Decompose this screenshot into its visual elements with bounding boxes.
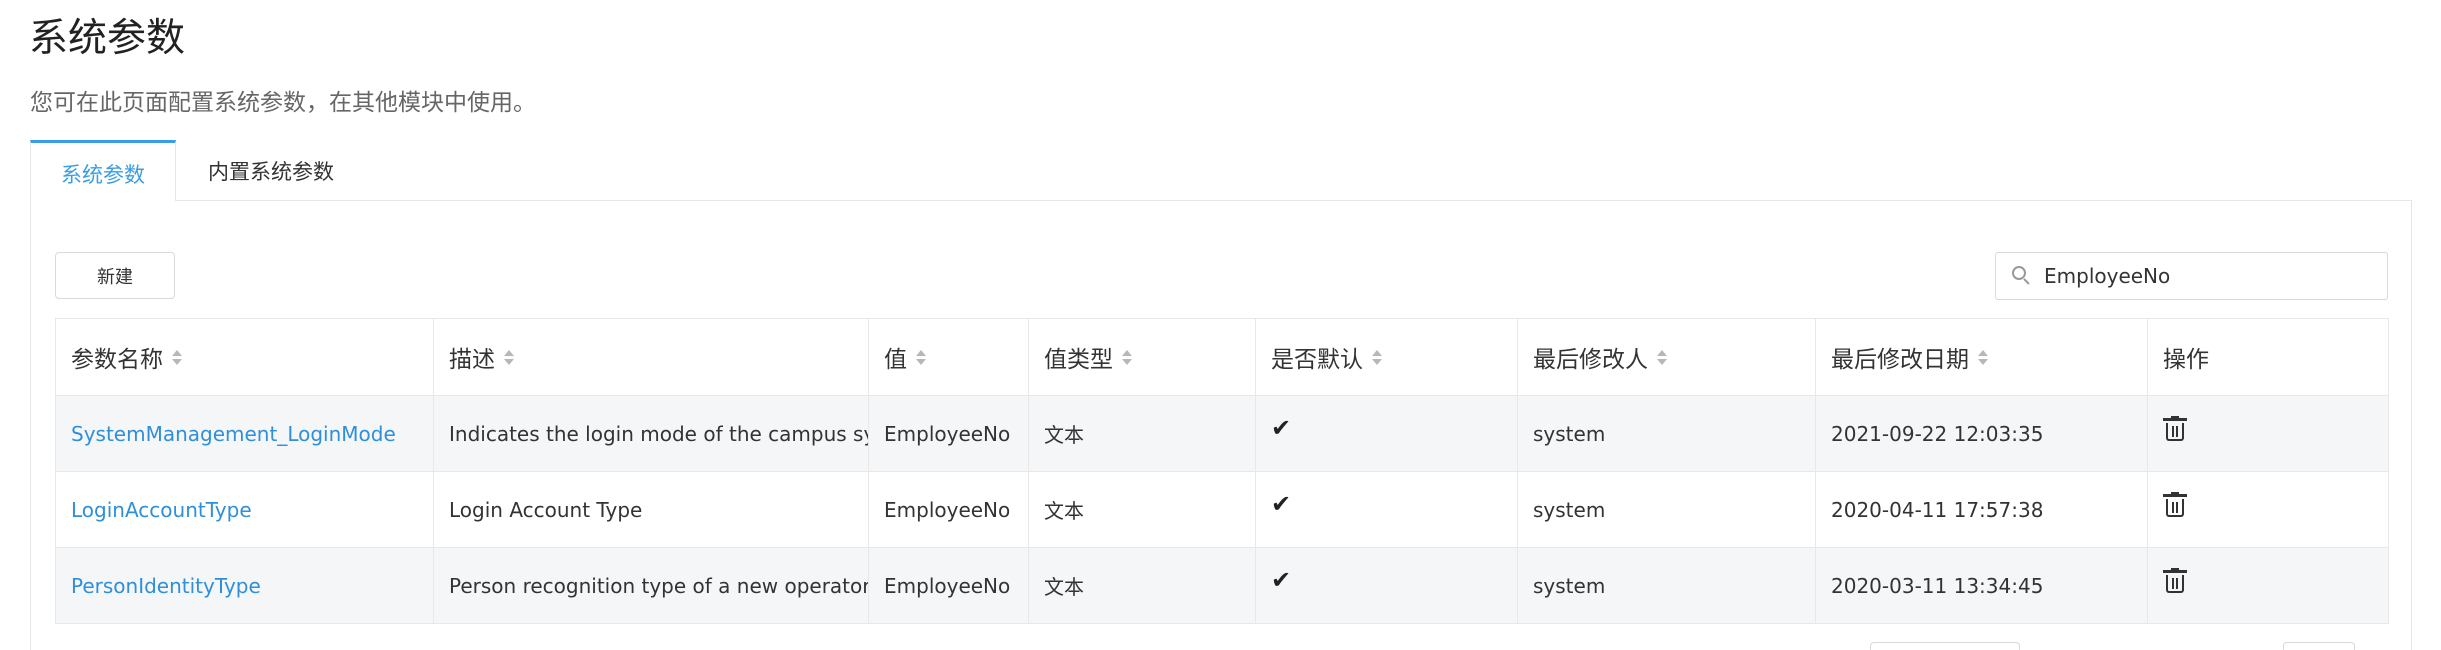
description-cell: Indicates the login mode of the campus s… bbox=[433, 395, 869, 472]
sort-icon[interactable] bbox=[172, 349, 182, 365]
table-row: SystemManagement_LoginMode Indicates the… bbox=[55, 395, 2389, 472]
value-type-cell: 文本 bbox=[1028, 471, 1256, 548]
tab-builtin-system-params[interactable]: 内置系统参数 bbox=[176, 140, 366, 201]
column-header-label: 值 bbox=[884, 347, 907, 373]
trash-icon[interactable] bbox=[2163, 416, 2187, 442]
column-header-is-default[interactable]: 是否默认 bbox=[1255, 318, 1518, 396]
column-header-label: 描述 bbox=[449, 347, 495, 373]
check-icon: ✔ bbox=[1271, 413, 1292, 442]
sort-icon[interactable] bbox=[1657, 349, 1667, 365]
description-cell: Person recognition type of a new operato… bbox=[433, 547, 869, 624]
page-jump-input[interactable] bbox=[2283, 642, 2355, 650]
modified-by-cell: system bbox=[1517, 547, 1816, 624]
check-icon: ✔ bbox=[1271, 489, 1292, 518]
description-cell: Login Account Type bbox=[433, 471, 869, 548]
value-cell: EmployeeNo bbox=[868, 547, 1029, 624]
column-header-label: 是否默认 bbox=[1271, 347, 1363, 373]
trash-icon[interactable] bbox=[2163, 492, 2187, 518]
column-header-modified-date[interactable]: 最后修改日期 bbox=[1815, 318, 2148, 396]
search-box[interactable] bbox=[1995, 252, 2388, 300]
sort-icon[interactable] bbox=[916, 349, 926, 365]
trash-icon[interactable] bbox=[2163, 568, 2187, 594]
value-cell: EmployeeNo bbox=[868, 395, 1029, 472]
params-table: 参数名称 描述 值 值类型 是否默认 最后修改人 最后修改日期 操作 Syste… bbox=[55, 318, 2389, 624]
value-type-cell: 文本 bbox=[1028, 395, 1256, 472]
param-name-link[interactable]: LoginAccountType bbox=[71, 498, 252, 522]
tab-system-params[interactable]: 系统参数 bbox=[30, 140, 176, 201]
sort-icon[interactable] bbox=[1978, 349, 1988, 365]
page-title: 系统参数 bbox=[29, 16, 186, 61]
new-button[interactable]: 新建 bbox=[55, 252, 175, 299]
modified-date-cell: 2020-03-11 13:34:45 bbox=[1815, 547, 2148, 624]
modified-date-cell: 2020-04-11 17:57:38 bbox=[1815, 471, 2148, 548]
search-icon bbox=[2012, 266, 2032, 286]
search-input[interactable] bbox=[2044, 264, 2374, 288]
column-header-name[interactable]: 参数名称 bbox=[55, 318, 434, 396]
sort-icon[interactable] bbox=[1122, 349, 1132, 365]
modified-date-cell: 2021-09-22 12:03:35 bbox=[1815, 395, 2148, 472]
column-header-label: 最后修改人 bbox=[1533, 347, 1648, 373]
value-type-cell: 文本 bbox=[1028, 547, 1256, 624]
table-row: PersonIdentityType Person recognition ty… bbox=[55, 547, 2389, 624]
column-header-value-type[interactable]: 值类型 bbox=[1028, 318, 1256, 396]
column-header-value[interactable]: 值 bbox=[868, 318, 1029, 396]
column-header-description[interactable]: 描述 bbox=[433, 318, 869, 396]
column-header-label: 最后修改日期 bbox=[1831, 347, 1969, 373]
param-name-link[interactable]: SystemManagement_LoginMode bbox=[71, 422, 396, 446]
sort-icon[interactable] bbox=[1372, 349, 1382, 365]
value-cell: EmployeeNo bbox=[868, 471, 1029, 548]
check-icon: ✔ bbox=[1271, 565, 1292, 594]
page-size-select[interactable] bbox=[1870, 642, 2020, 650]
sort-icon[interactable] bbox=[504, 349, 514, 365]
column-header-label: 参数名称 bbox=[71, 347, 163, 373]
page-description: 您可在此页面配置系统参数，在其他模块中使用。 bbox=[30, 90, 536, 116]
column-header-label: 操作 bbox=[2163, 347, 2209, 373]
param-name-link[interactable]: PersonIdentityType bbox=[71, 574, 261, 598]
modified-by-cell: system bbox=[1517, 395, 1816, 472]
column-header-actions: 操作 bbox=[2147, 318, 2389, 396]
modified-by-cell: system bbox=[1517, 471, 1816, 548]
column-header-label: 值类型 bbox=[1044, 347, 1113, 373]
table-header-row: 参数名称 描述 值 值类型 是否默认 最后修改人 最后修改日期 操作 bbox=[55, 318, 2389, 396]
column-header-modified-by[interactable]: 最后修改人 bbox=[1517, 318, 1816, 396]
table-row: LoginAccountType Login Account Type Empl… bbox=[55, 471, 2389, 548]
tab-bar: 系统参数 内置系统参数 bbox=[30, 140, 366, 201]
